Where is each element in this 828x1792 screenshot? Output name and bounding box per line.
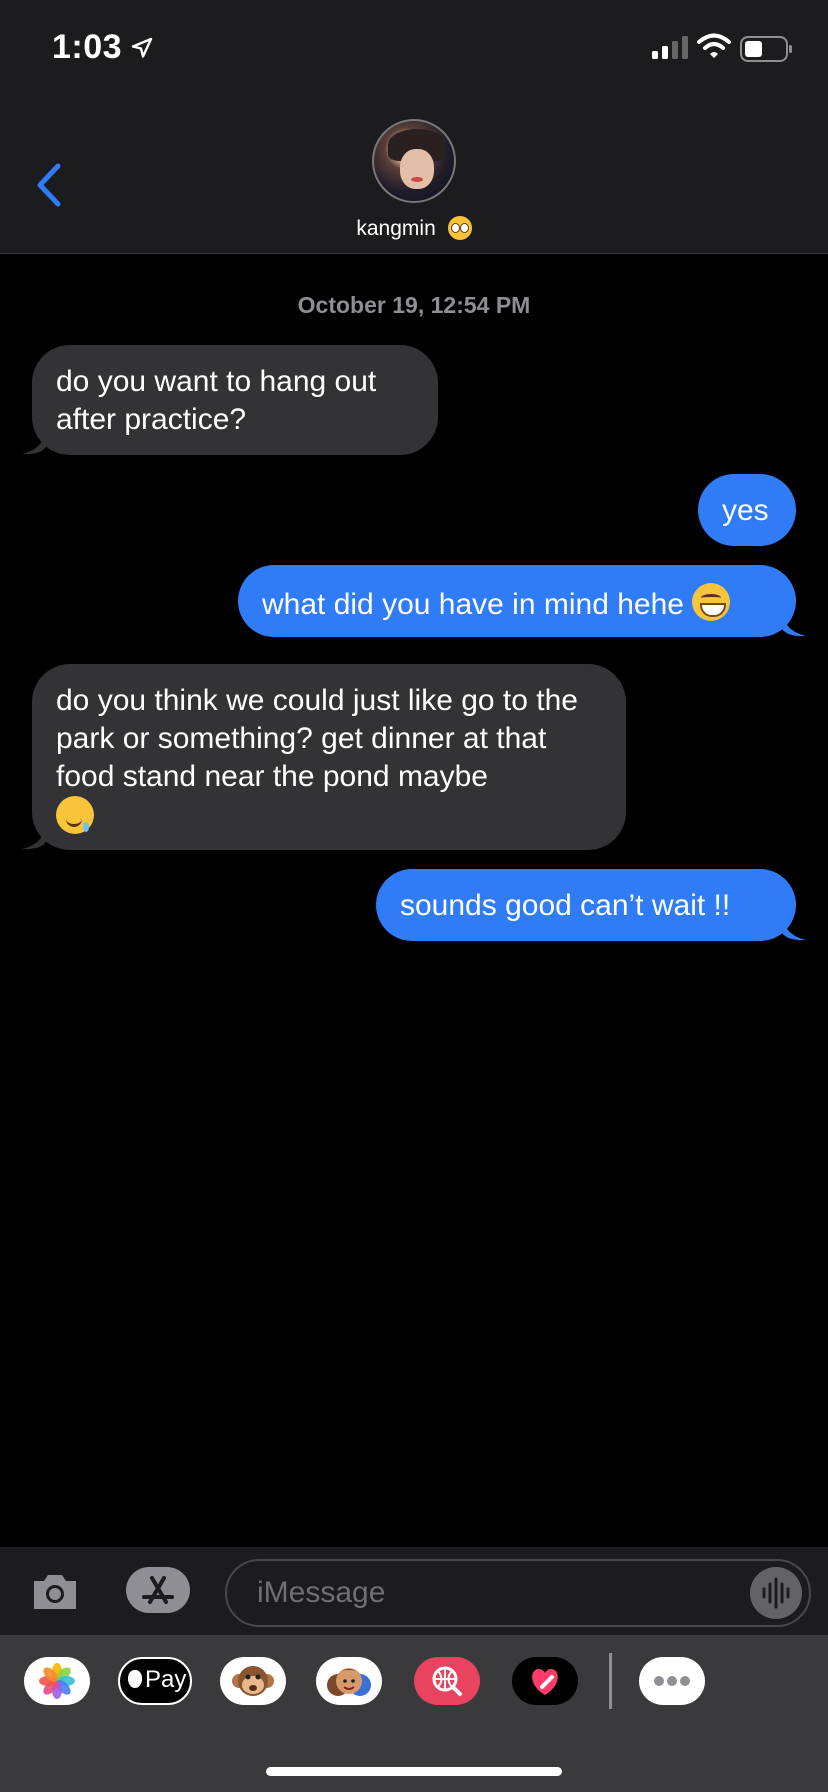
message-text: yes [722, 494, 769, 527]
message-bubble-outgoing[interactable]: what did you have in mind hehe [238, 565, 796, 637]
message-bubble-outgoing[interactable]: yes [698, 474, 796, 546]
app-images[interactable] [414, 1657, 480, 1705]
message-bubble-incoming[interactable]: do you think we could just like go to th… [32, 664, 626, 850]
app-store-icon [142, 1576, 174, 1604]
message-input-bar [0, 1547, 828, 1635]
battery-icon [740, 36, 792, 62]
message-text: do you think we could just like go to th… [56, 684, 578, 793]
app-more[interactable] [639, 1657, 705, 1705]
grinning-face-emoji-icon [692, 583, 731, 621]
contact-avatar[interactable] [372, 119, 456, 203]
bubble-tail [782, 915, 806, 941]
drooling-face-emoji-icon [56, 796, 94, 834]
app-apple-pay[interactable]: Pay [118, 1657, 192, 1705]
wifi-icon [697, 33, 731, 58]
conversation-header: 1:03 kangmin [0, 0, 828, 254]
heart-icon [532, 1669, 558, 1695]
cellular-signal-icon [652, 36, 688, 59]
status-time: 1:03 [52, 28, 123, 66]
app-digital-touch[interactable] [512, 1657, 578, 1705]
bubble-tail [22, 824, 46, 850]
globe-search-icon [432, 1666, 462, 1696]
imessage-input[interactable] [225, 1559, 811, 1627]
contact-name-label: kangmin [356, 217, 436, 240]
location-arrow-icon [131, 37, 153, 58]
message-bubble-outgoing[interactable]: sounds good can’t wait !! [376, 869, 796, 941]
bubble-tail [782, 611, 806, 637]
more-icon [654, 1676, 690, 1686]
message-text: do you want to hang out after practice? [56, 365, 377, 436]
waveform-icon [762, 1577, 790, 1609]
camera-icon[interactable] [30, 1569, 80, 1613]
imessage-app-drawer: Pay [0, 1635, 828, 1792]
app-memoji[interactable] [316, 1657, 382, 1705]
memoji-icon [327, 1668, 371, 1696]
photos-icon [39, 1663, 75, 1699]
pleading-face-emoji-icon [447, 216, 472, 240]
app-store-button[interactable] [126, 1567, 190, 1613]
apple-pay-icon [128, 1670, 142, 1688]
message-text: sounds good can’t wait !! [400, 889, 731, 922]
thread-timestamp: October 19, 12:54 PM [297, 292, 531, 318]
apple-pay-label: Pay [145, 1666, 187, 1693]
app-drawer-divider [609, 1653, 612, 1709]
app-photos[interactable] [24, 1657, 90, 1705]
bubble-tail [22, 429, 46, 455]
monkey-icon [232, 1666, 274, 1696]
message-bubble-incoming[interactable]: do you want to hang out after practice? [32, 345, 438, 455]
audio-message-button[interactable] [750, 1567, 802, 1619]
contact-name[interactable]: kangmin [0, 216, 828, 241]
app-animoji[interactable] [220, 1657, 286, 1705]
message-text: what did you have in mind hehe [262, 588, 684, 621]
home-indicator[interactable] [266, 1767, 562, 1776]
back-chevron-icon[interactable] [30, 160, 70, 210]
